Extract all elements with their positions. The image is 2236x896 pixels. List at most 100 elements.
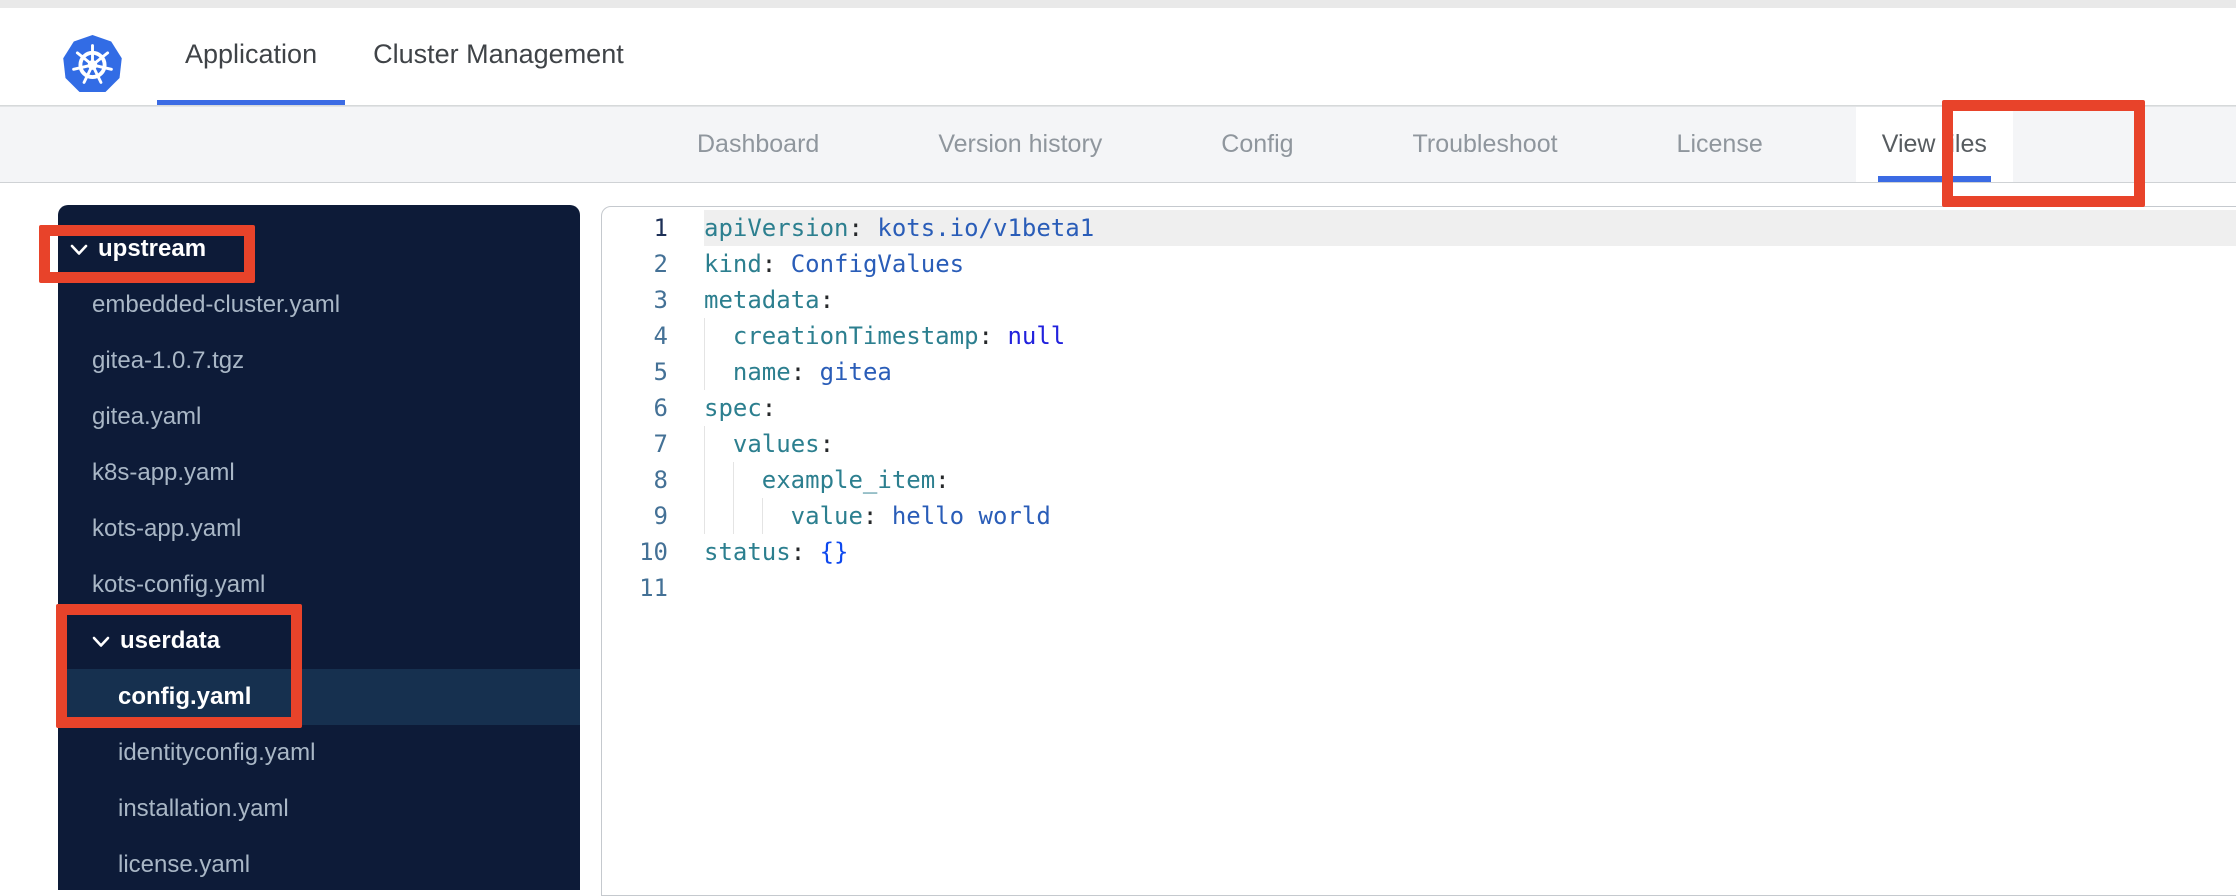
tree-item-label: kots-app.yaml (92, 515, 242, 542)
tree-item-label: license.yaml (118, 851, 251, 878)
tree-file-license-yaml[interactable]: license.yaml (58, 837, 580, 893)
indent-guide (704, 318, 733, 354)
token-k: name (732, 358, 791, 386)
code-line-5[interactable]: 5 name: gitea (602, 354, 2236, 390)
token-k: value (790, 502, 863, 530)
line-number: 4 (653, 322, 668, 350)
line-content: value: hello world (704, 498, 2236, 534)
code-line-11[interactable]: 11 (602, 570, 2236, 606)
token-p: : (790, 358, 806, 386)
token-p: : (848, 214, 863, 242)
line-number: 7 (653, 430, 668, 458)
line-content: kind: ConfigValues (704, 246, 2236, 282)
token-k: kind (704, 250, 762, 278)
token-k: example_item (761, 466, 936, 494)
tree-file-identityconfig-yaml[interactable]: identityconfig.yaml (58, 725, 580, 781)
line-content: name: gitea (704, 354, 2236, 390)
line-content: spec: (704, 390, 2236, 426)
tree-file-kots-config-yaml[interactable]: kots-config.yaml (58, 557, 580, 613)
line-number: 1 (653, 214, 668, 242)
token-p: : (819, 286, 835, 314)
indent-guide (761, 498, 791, 534)
tree-file-embedded-cluster-yaml[interactable]: embedded-cluster.yaml (58, 277, 580, 333)
code-line-4[interactable]: 4 creationTimestamp: null (602, 318, 2236, 354)
app-sub-nav: Dashboard Version history Config Troublesho… (0, 106, 2236, 183)
chevron-down-icon (70, 243, 88, 256)
line-number: 10 (639, 538, 668, 566)
nav-tab-version-history[interactable]: Version history (912, 107, 1128, 182)
line-content (704, 570, 2236, 606)
tree-folder-userdata[interactable]: userdata (58, 613, 580, 669)
line-number: 11 (639, 574, 668, 602)
tree-item-label: userdata (120, 627, 221, 654)
indent-guide (704, 462, 733, 498)
code-line-1[interactable]: 1 apiVersion: kots.io/v1beta1 (602, 210, 2236, 246)
tree-file-kots-app-yaml[interactable]: kots-app.yaml (58, 501, 580, 557)
code-line-9[interactable]: 9 value: hello world (602, 498, 2236, 534)
tree-file-installation-yaml[interactable]: installation.yaml (58, 781, 580, 837)
nav-tab-view-files[interactable]: View files (1855, 107, 2013, 182)
token-k: metadata (704, 286, 820, 314)
tree-file-gitea-1-0-7-tgz[interactable]: gitea-1.0.7.tgz (58, 333, 580, 389)
line-number: 5 (653, 358, 668, 386)
code-line-7[interactable]: 7 values: (602, 426, 2236, 462)
token-k: spec (704, 394, 762, 422)
indent-guide (704, 426, 733, 462)
line-content: apiVersion: kots.io/v1beta1 (704, 210, 2236, 246)
code-line-6[interactable]: 6 spec: (602, 390, 2236, 426)
tree-file-gitea-yaml[interactable]: gitea.yaml (58, 389, 580, 445)
token-k: creationTimestamp (732, 322, 979, 350)
token-p: : (819, 430, 835, 458)
indent-guide (704, 354, 733, 390)
tree-item-label: upstream (98, 235, 207, 262)
nav-tab-license[interactable]: License (1651, 107, 1789, 182)
header-tab-application[interactable]: Application (157, 8, 346, 105)
nav-tab-troubleshoot[interactable]: Troubleshoot (1387, 107, 1584, 182)
line-number: 3 (653, 286, 668, 314)
tree-item-label: k8s-app.yaml (92, 459, 235, 486)
code-line-8[interactable]: 8 example_item: (602, 462, 2236, 498)
token-s (805, 538, 819, 566)
chevron-down-icon (92, 635, 110, 648)
code-line-2[interactable]: 2 kind: ConfigValues (602, 246, 2236, 282)
line-number: 8 (653, 466, 668, 494)
token-v: ConfigValues (790, 250, 965, 278)
token-p: : (978, 322, 993, 350)
line-number: 6 (653, 394, 668, 422)
line-content: metadata: (704, 282, 2236, 318)
tree-item-label: kots-config.yaml (92, 571, 266, 598)
tree-folder-upstream[interactable]: upstream (58, 221, 580, 277)
tree-file-k8s-app-yaml[interactable]: k8s-app.yaml (58, 445, 580, 501)
token-s (877, 502, 891, 530)
tree-file-config-yaml[interactable]: config.yaml (58, 669, 580, 725)
nav-tab-dashboard[interactable]: Dashboard (671, 107, 845, 182)
header-tab-cluster-management[interactable]: Cluster Management (345, 8, 652, 105)
code-line-3[interactable]: 3 metadata: (602, 282, 2236, 318)
code-line-10[interactable]: 10 status: {} (602, 534, 2236, 570)
tree-item-label: embedded-cluster.yaml (92, 291, 341, 318)
code-lines: 1 apiVersion: kots.io/v1beta1 2 kind: Confi… (602, 210, 2236, 606)
token-p: : (761, 250, 777, 278)
token-v: kots.io/v1beta1 (877, 214, 1095, 242)
nav-tab-config[interactable]: Config (1195, 107, 1319, 182)
tree-item-label: gitea.yaml (92, 403, 202, 430)
line-content: example_item: (704, 462, 2236, 498)
token-v: hello world (891, 502, 1051, 530)
tree-item-label: gitea-1.0.7.tgz (92, 347, 245, 374)
token-kw: null (1007, 322, 1066, 350)
token-k: status (704, 538, 791, 566)
token-s (993, 322, 1007, 350)
tree-item-label: config.yaml (118, 683, 252, 710)
file-tree-sidebar: upstream embedded-cluster.yaml gitea-1.0.7… (58, 205, 580, 890)
token-k: apiVersion (704, 214, 849, 242)
token-p: : (935, 466, 950, 494)
line-content: status: {} (704, 534, 2236, 570)
line-number: 2 (653, 250, 668, 278)
yaml-editor-panel[interactable]: 1 apiVersion: kots.io/v1beta1 2 kind: Confi… (601, 206, 2236, 896)
line-content: values: (704, 426, 2236, 462)
browser-chrome-strip (0, 0, 2236, 8)
token-b: {} (819, 538, 849, 566)
token-k: values (732, 430, 820, 458)
token-p: : (862, 502, 878, 530)
token-s (805, 358, 819, 386)
